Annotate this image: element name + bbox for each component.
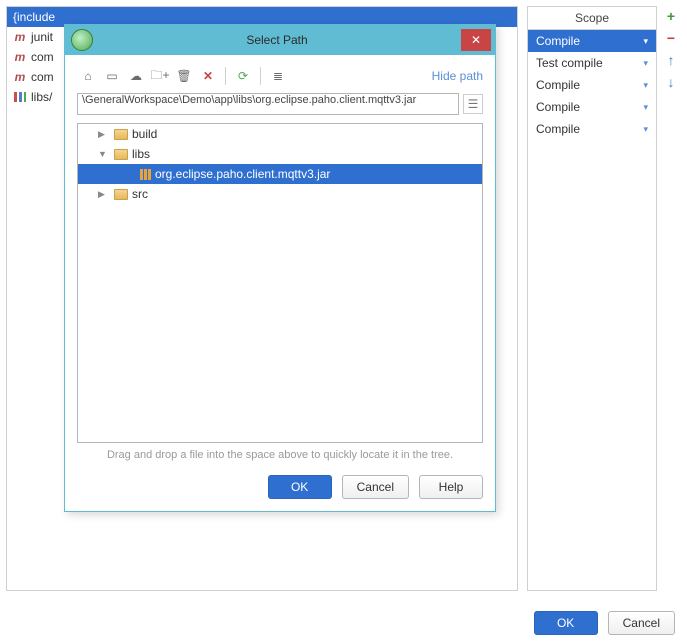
- new-folder-icon[interactable]: 🗀+: [149, 65, 171, 87]
- dialog-titlebar[interactable]: Select Path ✕: [65, 25, 495, 55]
- chevron-down-icon: ▾: [643, 124, 648, 135]
- tree-node-src[interactable]: ▶ src: [78, 184, 482, 204]
- scope-panel: Scope Compile ▾ Test compile ▾ Compile ▾…: [527, 6, 657, 591]
- delete-icon[interactable]: 🗑: [173, 65, 195, 87]
- ok-button[interactable]: OK: [534, 611, 598, 635]
- scope-label: Compile: [536, 34, 580, 48]
- dialog-title: Select Path: [93, 33, 461, 47]
- module-icon[interactable]: ▭: [101, 65, 123, 87]
- move-down-button[interactable]: ↓: [663, 74, 679, 90]
- separator: [225, 67, 226, 85]
- speech-icon[interactable]: ☁: [125, 65, 147, 87]
- dialog-buttons: OK Cancel Help: [77, 475, 483, 499]
- scope-item-0[interactable]: Compile ▾: [528, 30, 656, 52]
- jar-icon: [140, 169, 151, 180]
- maven-icon: m: [13, 70, 27, 84]
- scope-label: Compile: [536, 122, 580, 136]
- close-button[interactable]: ✕: [461, 29, 491, 51]
- tree-node-label: org.eclipse.paho.client.mqttv3.jar: [155, 167, 330, 181]
- path-input[interactable]: \GeneralWorkspace\Demo\app\libs\org.ecli…: [77, 93, 459, 115]
- cancel-button[interactable]: Cancel: [608, 611, 675, 635]
- scope-item-4[interactable]: Compile ▾: [528, 118, 656, 140]
- expand-icon[interactable]: ▶: [98, 189, 110, 200]
- home-icon[interactable]: ⌂: [77, 65, 99, 87]
- add-button[interactable]: +: [663, 8, 679, 24]
- drop-hint: Drag and drop a file into the space abov…: [77, 449, 483, 461]
- bg-row-label: {include: [13, 10, 55, 24]
- dialog-body: ⌂ ▭ ☁ 🗀+ 🗑 ✕ ⟳ ≣ Hide path \GeneralWorks…: [65, 55, 495, 511]
- file-tree[interactable]: ▶ build ▼ libs org.eclipse.paho.client.m…: [77, 123, 483, 443]
- background-dialog-buttons: OK Cancel: [534, 611, 675, 635]
- separator: [260, 67, 261, 85]
- folder-icon: [114, 189, 128, 200]
- chevron-down-icon: ▾: [643, 36, 648, 47]
- tree-node-label: src: [132, 187, 148, 201]
- remove-button[interactable]: −: [663, 30, 679, 46]
- tree-node-label: libs: [132, 147, 150, 161]
- maven-icon: m: [13, 50, 27, 64]
- bg-row-label: com: [31, 70, 54, 84]
- scope-header: Scope: [528, 7, 656, 30]
- scope-item-2[interactable]: Compile ▾: [528, 74, 656, 96]
- x-icon[interactable]: ✕: [197, 65, 219, 87]
- scope-item-3[interactable]: Compile ▾: [528, 96, 656, 118]
- bars-icon: [13, 90, 27, 104]
- path-row: \GeneralWorkspace\Demo\app\libs\org.ecli…: [77, 93, 483, 115]
- bg-row-label: com: [31, 50, 54, 64]
- history-dropdown-icon[interactable]: ☰: [463, 94, 483, 114]
- bg-row-label: libs/: [31, 90, 52, 104]
- hide-path-link[interactable]: Hide path: [432, 69, 483, 83]
- chevron-down-icon: ▾: [643, 102, 648, 113]
- bg-row-label: junit: [31, 30, 53, 44]
- maven-icon: m: [13, 30, 27, 44]
- dialog-toolbar: ⌂ ▭ ☁ 🗀+ 🗑 ✕ ⟳ ≣ Hide path: [77, 65, 483, 87]
- scope-label: Test compile: [536, 56, 603, 70]
- chevron-down-icon: ▾: [643, 58, 648, 69]
- tree-node-build[interactable]: ▶ build: [78, 124, 482, 144]
- list-icon[interactable]: ≣: [267, 65, 289, 87]
- select-path-dialog: Select Path ✕ ⌂ ▭ ☁ 🗀+ 🗑 ✕ ⟳ ≣ Hide path…: [64, 24, 496, 512]
- chevron-down-icon: ▾: [643, 80, 648, 91]
- tree-node-libs[interactable]: ▼ libs: [78, 144, 482, 164]
- cancel-button[interactable]: Cancel: [342, 475, 409, 499]
- scope-label: Compile: [536, 100, 580, 114]
- ok-button[interactable]: OK: [268, 475, 332, 499]
- move-up-button[interactable]: ↑: [663, 52, 679, 68]
- scope-label: Compile: [536, 78, 580, 92]
- refresh-icon[interactable]: ⟳: [232, 65, 254, 87]
- action-column: + − ↑ ↓: [661, 6, 681, 90]
- folder-icon: [114, 149, 128, 160]
- tree-node-label: build: [132, 127, 157, 141]
- collapse-icon[interactable]: ▼: [98, 149, 110, 159]
- expand-icon[interactable]: ▶: [98, 129, 110, 140]
- app-icon: [71, 29, 93, 51]
- scope-item-1[interactable]: Test compile ▾: [528, 52, 656, 74]
- help-button[interactable]: Help: [419, 475, 483, 499]
- folder-icon: [114, 129, 128, 140]
- tree-node-jar[interactable]: org.eclipse.paho.client.mqttv3.jar: [78, 164, 482, 184]
